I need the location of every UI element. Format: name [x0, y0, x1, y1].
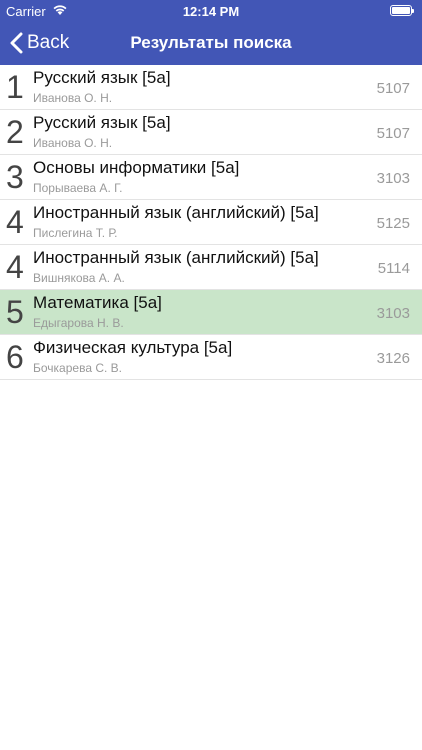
- subject-name: Физическая культура [5а]: [33, 338, 233, 357]
- lesson-number: 5: [6, 294, 24, 330]
- lesson-number: 6: [6, 339, 24, 375]
- clock: 12:14 PM: [182, 4, 240, 19]
- room-number: 5125: [376, 215, 410, 232]
- subject-name: Математика [5а]: [33, 293, 162, 312]
- subject-name: Русский язык [5а]: [33, 68, 171, 87]
- room-number: 3103: [376, 305, 410, 322]
- list-item[interactable]: 4 Иностранный язык (английский) [5а] Пис…: [0, 200, 422, 245]
- lesson-number: 2: [6, 114, 24, 150]
- subject-name: Иностранный язык (английский) [5а]: [33, 203, 319, 222]
- teacher-name: Бочкарева С. В.: [33, 361, 122, 375]
- list-item[interactable]: 1 Русский язык [5а] Иванова О. Н. 5107: [0, 65, 422, 110]
- room-number: 5107: [376, 125, 410, 142]
- room-number: 5107: [376, 80, 410, 97]
- navigation-header: Carrier 12:14 PM Back Результаты поиска: [0, 0, 422, 65]
- list-item[interactable]: 3 Основы информатики [5а] Порываева А. Г…: [0, 155, 422, 200]
- status-bar: Carrier 12:14 PM: [0, 0, 422, 22]
- lesson-number: 4: [6, 249, 24, 285]
- results-list: 1 Русский язык [5а] Иванова О. Н. 5107 2…: [0, 65, 422, 380]
- subject-name: Иностранный язык (английский) [5а]: [33, 248, 319, 267]
- battery-icon: [390, 5, 414, 16]
- room-number: 3126: [376, 350, 410, 367]
- page-title: Результаты поиска: [130, 33, 292, 52]
- list-item[interactable]: 6 Физическая культура [5а] Бочкарева С. …: [0, 335, 422, 380]
- list-item[interactable]: 2 Русский язык [5а] Иванова О. Н. 5107: [0, 110, 422, 155]
- teacher-name: Пислегина Т. Р.: [33, 226, 118, 240]
- lesson-number: 3: [6, 159, 24, 195]
- list-item-selected[interactable]: 5 Математика [5а] Едыгарова Н. В. 3103: [0, 290, 422, 335]
- lesson-number: 1: [6, 69, 24, 105]
- subject-name: Русский язык [5а]: [33, 113, 171, 132]
- room-number: 3103: [376, 170, 410, 187]
- teacher-name: Порываева А. Г.: [33, 181, 123, 195]
- nav-bar: Back Результаты поиска: [0, 22, 422, 65]
- list-item[interactable]: 4 Иностранный язык (английский) [5а] Виш…: [0, 245, 422, 290]
- teacher-name: Вишнякова А. А.: [33, 271, 125, 285]
- lesson-number: 4: [6, 204, 24, 240]
- room-number: 5114: [377, 260, 410, 277]
- teacher-name: Едыгарова Н. В.: [33, 316, 124, 330]
- teacher-name: Иванова О. Н.: [33, 91, 113, 105]
- subject-name: Основы информатики [5а]: [33, 158, 240, 177]
- teacher-name: Иванова О. Н.: [33, 136, 113, 150]
